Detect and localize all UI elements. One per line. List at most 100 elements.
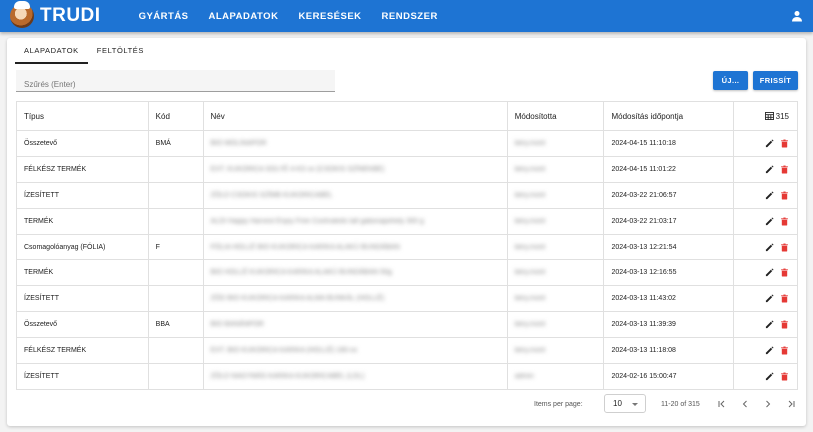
cell-modositas-idopontja-text: 2024-03-22 21:06:57 [611, 191, 677, 199]
edit-pencil-icon[interactable] [765, 165, 774, 174]
table-row[interactable]: ÍZESÍTETT ZÖLD NAGYMÁS KARIKA KUKORICABEL… [17, 364, 797, 390]
edit-pencil-icon[interactable] [765, 191, 774, 200]
delete-trash-icon[interactable] [780, 139, 789, 148]
first-page-icon[interactable] [717, 399, 727, 409]
app-logo[interactable]: TRUDI [10, 1, 101, 28]
delete-trash-icon[interactable] [780, 372, 789, 381]
delete-trash-icon[interactable] [780, 320, 789, 329]
table-row[interactable]: ÍZESÍTETT ZÖD BIO KUKORICA KARIKA ALMA BU… [17, 286, 797, 313]
edit-pencil-icon[interactable] [765, 268, 774, 277]
cell-modositotta: admin [508, 364, 605, 389]
cell-tipus: Csomagolóanyag (FÓLIA) [17, 234, 149, 260]
edit-pencil-icon[interactable] [765, 320, 774, 329]
refresh-button[interactable]: FRISSÍT [753, 71, 798, 90]
row-actions [734, 286, 797, 311]
last-page-icon[interactable] [786, 399, 796, 409]
edit-pencil-icon[interactable] [765, 139, 774, 148]
row-actions [734, 157, 797, 182]
cell-tipus: ÍZESÍTETT [17, 182, 149, 208]
edit-pencil-icon[interactable] [765, 217, 774, 226]
user-account-icon[interactable] [791, 10, 803, 22]
column-header-modositas-idopontja[interactable]: Módosítás időpontja [604, 102, 735, 130]
cell-kod [149, 338, 204, 364]
page-size-select[interactable]: 10 [604, 394, 646, 413]
delete-trash-icon[interactable] [780, 191, 789, 200]
column-header-modositotta[interactable]: Módosította [508, 102, 605, 130]
edit-pencil-icon[interactable] [765, 242, 774, 252]
delete-trash-icon[interactable] [780, 165, 789, 174]
nav-item-alapadatok[interactable]: ALAPADATOK [209, 11, 279, 22]
cell-kod: BMÁ [149, 131, 204, 156]
column-header-kod[interactable]: Kód [149, 102, 204, 130]
cell-tipus-text: FÉLKÉSZ TERMÉK [24, 165, 87, 173]
page-size-value: 10 [613, 399, 622, 408]
top-app-bar: TRUDI GYÁRTÁS ALAPADATOK KERESÉSEK RENDS… [0, 0, 813, 32]
cell-modositas-idopontja-text: 2024-02-16 15:00:47 [611, 372, 677, 380]
edit-pencil-icon[interactable] [765, 294, 774, 303]
cell-modositotta: béry.mont [508, 131, 605, 156]
filter-input[interactable] [16, 70, 335, 92]
chef-logo-icon [10, 1, 34, 28]
column-header-nev[interactable]: Név [204, 102, 508, 130]
edit-pencil-icon[interactable] [765, 372, 774, 381]
table-row[interactable]: ÍZESÍTETT ZÖLD CSOKIS SZÍMB KUKORICABEL bé… [17, 182, 797, 209]
cell-modositas-idopontja: 2024-03-13 12:16:55 [604, 260, 735, 286]
cell-kod-text: BMÁ [155, 139, 171, 147]
tab-alapadatok[interactable]: ALAPADATOK [15, 44, 88, 70]
cell-nev-text: EXT. KUKORICA SOLYÉ 4-KS xx (CSOKIS SZÍN… [210, 165, 385, 173]
table-row[interactable]: TERMÉK ALDI Happy Harvest Enjoy Free Cosh… [17, 208, 797, 235]
row-actions [734, 364, 797, 389]
nav-item-keresesek[interactable]: KERESÉSEK [298, 11, 361, 22]
row-actions [734, 312, 797, 337]
table-row[interactable]: Összetevő BMÁ BIO MOLINAPOR béry.mont 2024-0… [17, 131, 797, 157]
cell-tipus-text: Összetevő [24, 321, 58, 329]
cell-modositotta-text: béry.mont [514, 217, 546, 225]
cell-nev: ZÖLD NAGYMÁS KARIKA KUKORICABEL (LDL) [204, 364, 508, 389]
row-actions [734, 131, 797, 156]
cell-tipus-text: Összetevő [24, 139, 58, 147]
table-header-row: Típus Kód Név Módosította Módosítás időp… [17, 102, 797, 131]
cell-modositotta: béry.mont [508, 286, 605, 312]
table-row[interactable]: Összetevő BBA BIO BANÁNPOR béry.mont 2024-03… [17, 312, 797, 339]
table-row[interactable]: Csomagolóanyag (FÓLIA) F FÓLIA HOLLÉ BIO K… [17, 234, 797, 261]
delete-trash-icon[interactable] [780, 346, 789, 355]
nav-item-rendszer[interactable]: RENDSZER [382, 11, 438, 22]
cell-nev: BIO MOLINAPOR [204, 131, 508, 156]
table-row[interactable]: FÉLKÉSZ TERMÉK EXT. BIO KUKORICA KARIKA (… [17, 338, 797, 365]
cell-modositotta-text: béry.mont [514, 139, 546, 147]
tab-bar: ALAPADATOK FELTÖLTÉS [15, 44, 153, 70]
nav-item-gyartas[interactable]: GYÁRTÁS [139, 11, 189, 22]
cell-modositas-idopontja: 2024-04-15 11:10:18 [604, 131, 735, 156]
column-settings[interactable]: 315 [734, 102, 797, 130]
cell-modositotta-text: béry.mont [514, 165, 546, 173]
cell-tipus: ÍZESÍTETT [17, 286, 149, 312]
table-columns-icon[interactable] [764, 112, 774, 120]
delete-trash-icon[interactable] [780, 268, 789, 277]
cell-modositas-idopontja: 2024-04-15 11:01:22 [604, 156, 735, 182]
edit-pencil-icon[interactable] [765, 346, 774, 355]
column-header-tipus[interactable]: Típus [17, 102, 149, 130]
next-page-icon[interactable] [763, 399, 773, 409]
cell-modositotta: béry.mont [508, 182, 605, 208]
delete-trash-icon[interactable] [780, 243, 789, 252]
delete-trash-icon[interactable] [780, 294, 789, 303]
cell-tipus: ÍZESÍTETT [17, 364, 149, 389]
cell-modositotta: béry.mont [508, 156, 605, 182]
cell-modositotta-text: béry.mont [514, 321, 546, 329]
previous-page-icon[interactable] [740, 399, 750, 409]
cell-nev-text: ZÖLD CSOKIS SZÍMB KUKORICABEL [210, 191, 333, 199]
cell-nev: BIO HOLLÉ KUKORICA KARIKA ALAKÚ BUNDÁBAN… [204, 260, 508, 286]
cell-modositas-idopontja: 2024-03-13 12:21:54 [604, 234, 735, 260]
cell-tipus-text: ÍZESÍTETT [24, 191, 59, 199]
table-row[interactable]: TERMÉK BIO HOLLÉ KUKORICA KARIKA ALAKÚ BU… [17, 260, 797, 287]
new-button[interactable]: ÚJ... [713, 71, 748, 90]
cell-modositas-idopontja-text: 2024-03-13 12:16:55 [611, 269, 677, 277]
tab-feltoltes[interactable]: FELTÖLTÉS [88, 44, 153, 70]
delete-trash-icon[interactable] [780, 217, 789, 226]
items-per-page-label: Items per page: [534, 401, 583, 408]
table-row[interactable]: FÉLKÉSZ TERMÉK EXT. KUKORICA SOLYÉ 4-KS x… [17, 156, 797, 183]
cell-nev-text: ZÖD BIO KUKORICA KARIKA ALMA BUNKÁL (HOL… [210, 295, 385, 303]
cell-tipus-text: ÍZESÍTETT [24, 372, 59, 380]
cell-kod: F [149, 234, 204, 260]
cell-modositas-idopontja-text: 2024-04-15 11:01:22 [611, 165, 676, 173]
